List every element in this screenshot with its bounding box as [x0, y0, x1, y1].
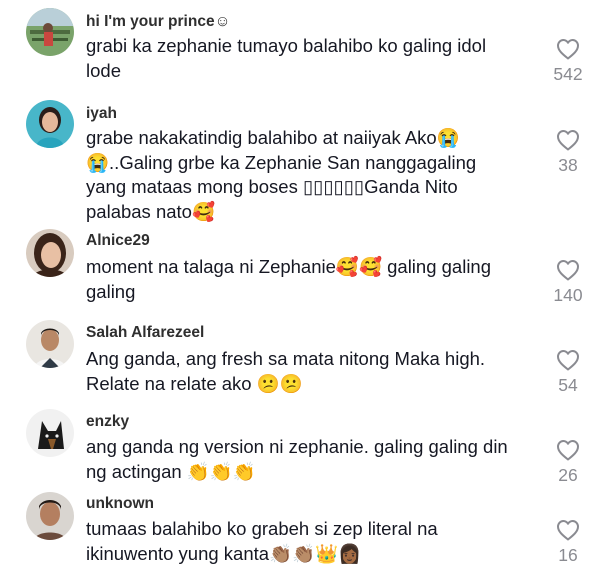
avatar[interactable]: [26, 100, 74, 148]
like-button[interactable]: 54: [548, 349, 588, 396]
avatar[interactable]: [26, 320, 74, 368]
comment-text: grabi ka zephanie tumayo balahibo ko gal…: [86, 35, 487, 81]
like-button[interactable]: 140: [548, 259, 588, 306]
heart-outline-icon: [557, 440, 579, 461]
comment-text: tumaas balahibo ko grabeh si zep literal…: [86, 518, 438, 564]
comment-list: hi I'm your prince☺ grabi ka zephanie tu…: [0, 0, 600, 575]
like-count: 54: [558, 375, 578, 395]
comment-username[interactable]: enzky: [86, 413, 129, 431]
like-count: 542: [553, 64, 583, 84]
like-count: 140: [553, 285, 583, 305]
avatar[interactable]: [26, 8, 74, 56]
like-button[interactable]: 542: [548, 38, 588, 85]
comment-item: Alnice29 moment na talaga ni Zephanie🥰🥰 …: [0, 224, 600, 314]
like-button[interactable]: 38: [548, 129, 588, 176]
heart-outline-icon: [557, 260, 579, 281]
like-count: 38: [558, 155, 578, 175]
comment-username[interactable]: Salah Alfarezeel: [86, 324, 204, 342]
avatar[interactable]: [26, 229, 74, 277]
like-count: 26: [558, 465, 578, 485]
comment-text: grabe nakakatindig balahibo at naiiyak A…: [86, 127, 477, 222]
like-button[interactable]: 16: [548, 519, 588, 566]
avatar[interactable]: [26, 409, 74, 457]
comment-username[interactable]: hi I'm your prince☺: [86, 13, 230, 31]
heart-outline-icon: [557, 39, 579, 60]
avatar[interactable]: [26, 492, 74, 540]
heart-outline-icon: [557, 130, 579, 151]
comment-username[interactable]: iyah: [86, 105, 117, 123]
comment-item: unknown tumaas balahibo ko grabeh si zep…: [0, 486, 600, 575]
comment-item: enzky ang ganda ng version ni zephanie. …: [0, 404, 600, 494]
heart-outline-icon: [557, 350, 579, 371]
like-button[interactable]: 26: [548, 439, 588, 486]
comment-text: ang ganda ng version ni zephanie. galing…: [86, 436, 508, 482]
like-count: 16: [558, 545, 578, 565]
comment-text: Ang ganda, ang fresh sa mata nitong Maka…: [86, 348, 486, 394]
heart-outline-icon: [557, 520, 579, 541]
comment-username[interactable]: Alnice29: [86, 232, 150, 250]
comment-username[interactable]: unknown: [86, 495, 154, 513]
comment-item: iyah grabe nakakatindig balahibo at naii…: [0, 92, 600, 227]
comment-item: hi I'm your prince☺ grabi ka zephanie tu…: [0, 0, 600, 100]
comment-item: Salah Alfarezeel Ang ganda, ang fresh sa…: [0, 316, 600, 406]
comment-text: moment na talaga ni Zephanie🥰🥰 galing ga…: [86, 256, 492, 302]
